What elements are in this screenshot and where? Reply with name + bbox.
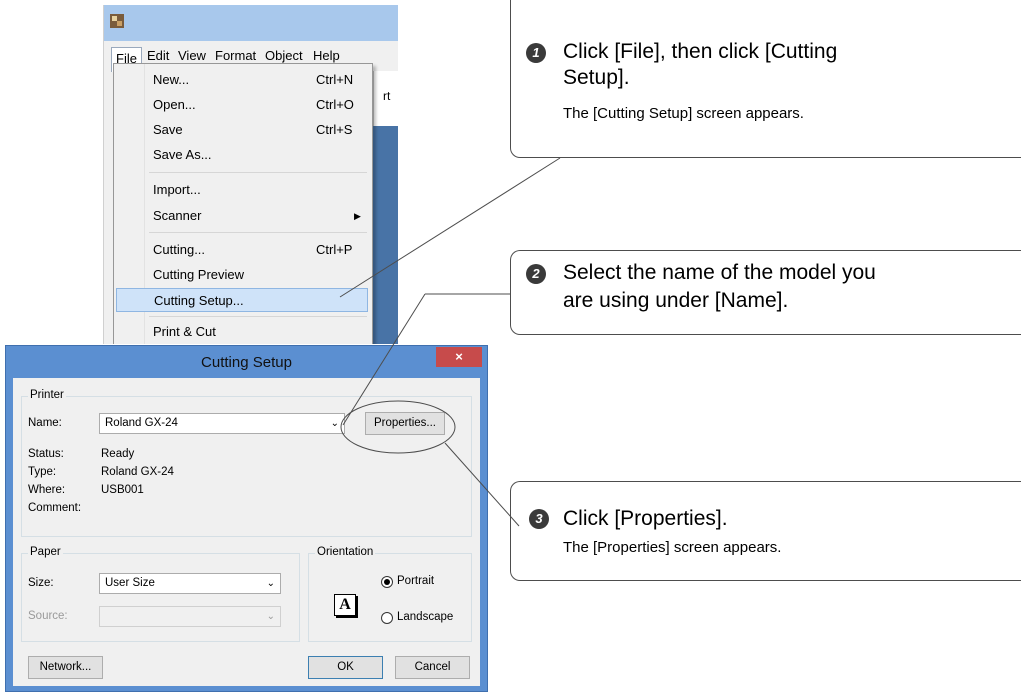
step-3-leader	[444, 442, 520, 527]
step-2-leader-diagonal	[342, 293, 426, 426]
step-1-leader	[339, 157, 561, 298]
properties-highlight-ellipse	[340, 400, 456, 454]
leader-lines	[339, 157, 561, 527]
